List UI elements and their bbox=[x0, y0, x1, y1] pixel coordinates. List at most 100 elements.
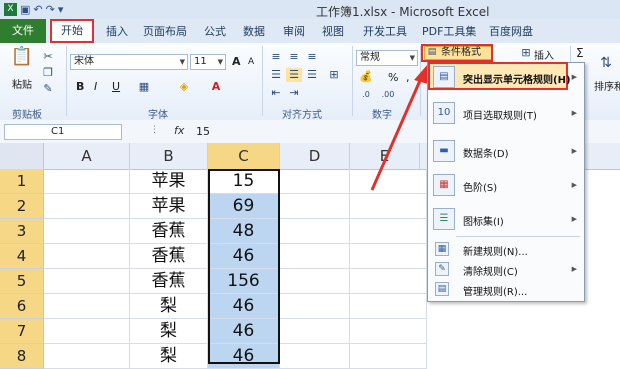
align-top-icon[interactable]: ≡ bbox=[268, 50, 284, 64]
underline-button[interactable]: U bbox=[112, 80, 120, 93]
align-center-icon[interactable]: ☰ bbox=[286, 68, 302, 82]
table-cell[interactable] bbox=[44, 219, 130, 244]
table-cell[interactable] bbox=[280, 294, 350, 319]
font-size-select[interactable]: 11 ▼ bbox=[190, 54, 226, 70]
insert-cells-icon[interactable]: ⊞ bbox=[518, 46, 534, 60]
tab-baidu[interactable]: 百度网盘 bbox=[489, 23, 533, 39]
row-header[interactable]: 6 bbox=[0, 294, 44, 319]
table-cell[interactable]: 梨 bbox=[130, 294, 208, 319]
menu-item-highlight-cells-rules[interactable]: ▤ 突出显示单元格规则(H) ▶ bbox=[427, 66, 583, 90]
row-header[interactable]: 1 bbox=[0, 169, 44, 194]
insert-cells-button[interactable]: 插入 bbox=[534, 47, 554, 62]
table-cell[interactable]: 梨 bbox=[130, 319, 208, 344]
row-header[interactable]: 3 bbox=[0, 219, 44, 244]
table-cell[interactable] bbox=[44, 269, 130, 294]
align-left-icon[interactable]: ☰ bbox=[268, 68, 284, 82]
autosum-button[interactable]: Σ bbox=[576, 46, 584, 60]
insert-function-button[interactable]: fx bbox=[174, 124, 184, 137]
sort-filter-icon[interactable]: ⇅ bbox=[596, 56, 616, 76]
tab-page-layout[interactable]: 页面布局 bbox=[143, 23, 187, 39]
italic-button[interactable]: I bbox=[94, 80, 97, 93]
format-painter-icon[interactable]: ✎ bbox=[40, 82, 56, 96]
align-middle-icon[interactable]: ≡ bbox=[286, 50, 302, 64]
name-box-menu-icon[interactable]: ⋮ bbox=[150, 125, 159, 135]
table-cell[interactable]: 香蕉 bbox=[130, 269, 208, 294]
cut-icon[interactable]: ✂ bbox=[40, 50, 56, 64]
shrink-font-button[interactable]: A bbox=[248, 57, 254, 67]
menu-item-color-scales[interactable]: ▦ 色阶(S) ▶ bbox=[427, 174, 583, 198]
save-icon[interactable]: ▣ bbox=[20, 3, 30, 16]
menu-item-data-bars[interactable]: ▬ 数据条(D) ▶ bbox=[427, 140, 583, 164]
table-cell[interactable] bbox=[350, 344, 427, 369]
tab-pdf[interactable]: PDF工具集 bbox=[422, 23, 476, 39]
fill-color-icon[interactable]: ◈ bbox=[176, 80, 192, 94]
undo-icon[interactable]: ↶ bbox=[33, 3, 42, 16]
table-cell[interactable] bbox=[350, 319, 427, 344]
table-cell[interactable] bbox=[44, 169, 130, 194]
menu-item-manage-rules[interactable]: ▤ 管理规则(R)... bbox=[427, 282, 583, 298]
tab-data[interactable]: 数据 bbox=[243, 23, 265, 39]
table-cell[interactable] bbox=[280, 244, 350, 269]
select-all-corner[interactable] bbox=[0, 143, 44, 169]
align-bottom-icon[interactable]: ≡ bbox=[304, 50, 320, 64]
table-cell[interactable] bbox=[280, 344, 350, 369]
column-header-b[interactable]: B bbox=[130, 143, 208, 169]
menu-item-top-bottom-rules[interactable]: 10 项目选取规则(T) ▶ bbox=[427, 102, 583, 126]
tab-view[interactable]: 视图 bbox=[322, 23, 344, 39]
customize-qat-icon[interactable]: ▾ bbox=[58, 3, 64, 16]
merge-center-icon[interactable]: ⊞ bbox=[326, 68, 342, 82]
sort-filter-button[interactable]: 排序和 bbox=[594, 78, 620, 93]
menu-item-label: 项目选取规则(T) bbox=[463, 111, 537, 122]
table-cell[interactable]: 梨 bbox=[130, 344, 208, 369]
name-box[interactable]: C1 bbox=[4, 124, 122, 140]
decrease-indent-icon[interactable]: ⇤ bbox=[268, 86, 284, 100]
table-cell[interactable] bbox=[44, 244, 130, 269]
font-color-icon[interactable]: A bbox=[208, 80, 224, 94]
table-cell[interactable] bbox=[350, 219, 427, 244]
tab-developer[interactable]: 开发工具 bbox=[363, 23, 407, 39]
tab-home[interactable]: 开始 bbox=[50, 19, 94, 43]
border-icon[interactable]: ▦ bbox=[136, 80, 152, 94]
formula-input[interactable]: 15 bbox=[196, 125, 210, 138]
menu-item-clear-rules[interactable]: ✎ 清除规则(C) ▶ bbox=[427, 262, 583, 278]
tab-formulas[interactable]: 公式 bbox=[204, 23, 226, 39]
increase-indent-icon[interactable]: ⇥ bbox=[286, 86, 302, 100]
menu-item-new-rule[interactable]: ▦ 新建规则(N)... bbox=[427, 242, 583, 258]
row-header[interactable]: 7 bbox=[0, 319, 44, 344]
column-header-c[interactable]: C bbox=[208, 143, 280, 169]
table-cell[interactable] bbox=[280, 269, 350, 294]
table-cell[interactable] bbox=[44, 344, 130, 369]
table-cell[interactable] bbox=[44, 194, 130, 219]
row-header[interactable]: 2 bbox=[0, 194, 44, 219]
table-cell[interactable] bbox=[44, 319, 130, 344]
bold-button[interactable]: B bbox=[76, 80, 84, 93]
row-header[interactable]: 5 bbox=[0, 269, 44, 294]
tab-review[interactable]: 审阅 bbox=[283, 23, 305, 39]
table-cell[interactable]: 苹果 bbox=[130, 169, 208, 194]
grow-font-button[interactable]: A bbox=[232, 55, 241, 68]
paste-icon[interactable]: 📋 bbox=[10, 48, 34, 72]
font-name-select[interactable]: 宋体 ▼ bbox=[70, 54, 188, 70]
table-cell[interactable] bbox=[280, 194, 350, 219]
copy-icon[interactable]: ❐ bbox=[40, 66, 56, 80]
table-cell[interactable] bbox=[44, 294, 130, 319]
row-header[interactable]: 4 bbox=[0, 244, 44, 269]
tab-file[interactable]: 文件 bbox=[0, 19, 46, 43]
tab-insert[interactable]: 插入 bbox=[106, 23, 128, 39]
table-cell[interactable]: 香蕉 bbox=[130, 219, 208, 244]
table-cell[interactable] bbox=[280, 319, 350, 344]
table-cell[interactable] bbox=[350, 294, 427, 319]
table-cell[interactable] bbox=[350, 269, 427, 294]
table-cell[interactable] bbox=[350, 244, 427, 269]
menu-item-icon-sets[interactable]: ☰ 图标集(I) ▶ bbox=[427, 208, 583, 232]
table-cell[interactable] bbox=[280, 169, 350, 194]
table-cell[interactable]: 苹果 bbox=[130, 194, 208, 219]
table-cell[interactable] bbox=[280, 219, 350, 244]
align-right-icon[interactable]: ☰ bbox=[304, 68, 320, 82]
column-header-a[interactable]: A bbox=[44, 143, 130, 169]
row-header[interactable]: 8 bbox=[0, 344, 44, 369]
paste-button[interactable]: 粘贴 bbox=[12, 76, 32, 91]
redo-icon[interactable]: ↷ bbox=[46, 3, 55, 16]
table-cell[interactable]: 香蕉 bbox=[130, 244, 208, 269]
column-header-d[interactable]: D bbox=[280, 143, 350, 169]
